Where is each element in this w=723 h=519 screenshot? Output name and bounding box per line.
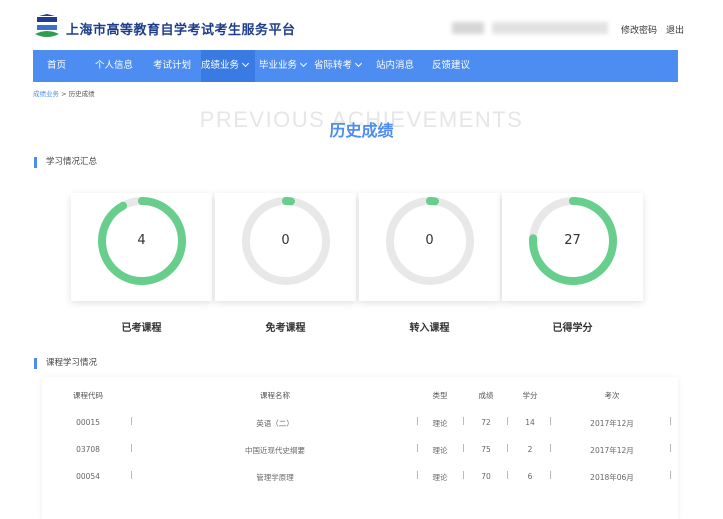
column-header-score: 成绩 [478, 391, 494, 400]
stat-card-credits: 27 [502, 193, 643, 301]
cell-divider [670, 417, 671, 425]
cell-divider [507, 417, 508, 425]
stat-card-transfer-courses: 0 [359, 193, 500, 301]
nav-item-feedback[interactable]: 反馈建议 [432, 50, 470, 82]
nav-item-graduation[interactable]: 毕业业务 [259, 50, 308, 82]
cell-divider [417, 417, 418, 425]
cell-divider [131, 417, 132, 425]
column-header-type: 类型 [432, 391, 448, 400]
cell-divider [550, 444, 551, 452]
stat-card-exempt-courses: 0 [215, 193, 356, 301]
cell-divider [670, 471, 671, 479]
nav-item-messages[interactable]: 站内消息 [376, 50, 414, 82]
cell-divider [417, 471, 418, 479]
column-header-code: 课程代码 [73, 391, 103, 400]
breadcrumb-separator: > [59, 90, 69, 98]
chevron-down-icon [299, 59, 308, 68]
cell-code: 00054 [76, 472, 100, 481]
page-title: 历史成绩 [329, 121, 394, 140]
cell-exam-session: 2017年12月 [590, 419, 634, 428]
stat-card-exam-courses: 4 [71, 193, 212, 301]
cell-code: 00015 [76, 418, 100, 427]
cell-name: 中国近现代史纲要 [245, 446, 305, 455]
stat-label: 已考课程 [121, 323, 162, 334]
cell-divider [463, 417, 464, 425]
chevron-down-icon [354, 59, 363, 68]
user-info-blurred [452, 22, 484, 34]
stat-value: 0 [281, 233, 290, 248]
column-header-credit: 学分 [522, 391, 538, 400]
cell-exam-session: 2017年12月 [590, 446, 634, 455]
cell-divider [507, 444, 508, 452]
cell-divider [131, 471, 132, 479]
site-header: 上海市高等教育自学考试考生服务平台 修改密码 退出 [0, 0, 723, 50]
column-header-exam-session: 考次 [604, 391, 620, 400]
cell-name: 管理学原理 [256, 473, 294, 482]
nav-item-transfer[interactable]: 省际转考 [314, 50, 363, 82]
logo-icon [35, 14, 59, 37]
cell-code: 03708 [76, 445, 100, 454]
cell-credit: 14 [525, 418, 535, 427]
site-title: 上海市高等教育自学考试考生服务平台 [66, 23, 296, 38]
breadcrumb-current: 历史成绩 [68, 90, 95, 98]
cell-divider [550, 417, 551, 425]
stat-label: 转入课程 [409, 323, 450, 334]
nav-item-exam-plan[interactable]: 考试计划 [153, 50, 191, 82]
main-nav: 首页 个人信息 考试计划 成绩业务 毕业业务 省际转考 站内消息 反馈建议 [33, 50, 678, 82]
nav-item-personal-info[interactable]: 个人信息 [95, 50, 133, 82]
cell-score: 70 [481, 472, 491, 481]
stat-value: 4 [137, 233, 146, 248]
change-password-link[interactable]: 修改密码 [621, 23, 657, 36]
cell-type: 理论 [432, 446, 448, 455]
cell-credit: 6 [527, 472, 533, 481]
cell-divider [463, 471, 464, 479]
stat-value: 27 [564, 233, 581, 248]
stat-label: 已得学分 [552, 323, 593, 334]
summary-heading: 学习情况汇总 [34, 157, 97, 168]
cell-type: 理论 [432, 419, 448, 428]
column-header-name: 课程名称 [260, 391, 290, 400]
cell-score: 72 [481, 418, 491, 427]
cell-divider [417, 444, 418, 452]
user-name-blurred [492, 22, 608, 34]
cell-divider [550, 471, 551, 479]
cell-divider [463, 444, 464, 452]
cell-type: 理论 [432, 473, 448, 482]
cell-divider [670, 444, 671, 452]
chevron-down-icon [241, 59, 250, 68]
cell-name: 英语（二） [256, 419, 294, 428]
stat-label: 免考课程 [265, 323, 306, 334]
courses-heading: 课程学习情况 [34, 358, 97, 369]
cell-exam-session: 2018年06月 [590, 473, 634, 482]
logout-link[interactable]: 退出 [666, 23, 684, 36]
cell-divider [507, 471, 508, 479]
courses-table: 课程代码 课程名称 类型 成绩 学分 考次 00015 英语（二） 理论 72 … [42, 377, 678, 519]
cell-divider [131, 444, 132, 452]
nav-item-home[interactable]: 首页 [47, 50, 66, 82]
nav-item-score-business[interactable]: 成绩业务 [201, 50, 255, 82]
breadcrumb: 成绩业务 > 历史成绩 [33, 88, 95, 98]
cell-credit: 2 [527, 445, 533, 454]
cell-score: 75 [481, 445, 491, 454]
breadcrumb-parent-link[interactable]: 成绩业务 [33, 90, 59, 98]
stat-value: 0 [425, 233, 434, 248]
